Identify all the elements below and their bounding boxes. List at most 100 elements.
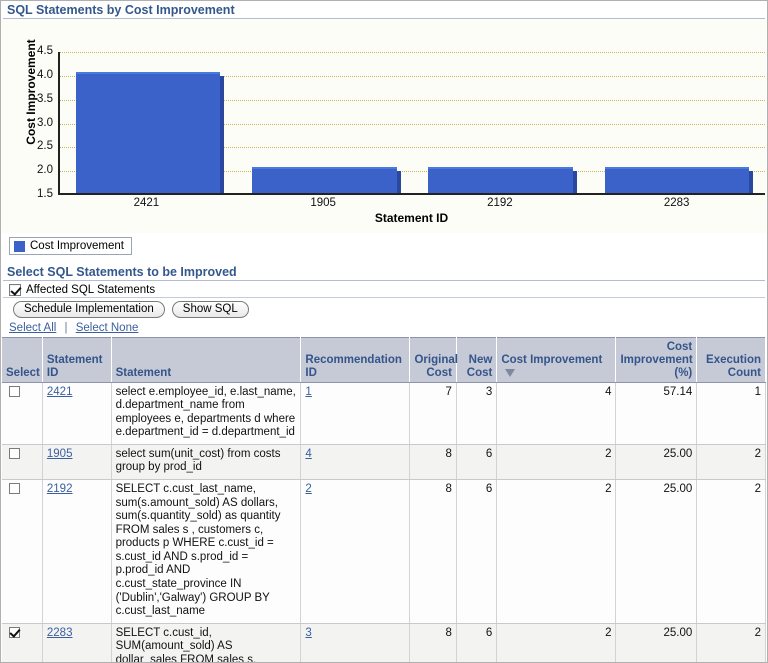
chart-bar[interactable]	[428, 167, 577, 193]
schedule-implementation-button[interactable]: Schedule Implementation	[13, 301, 165, 318]
table-row: 2421 select e.employee_id, e.last_name, d…	[2, 382, 766, 445]
chart-x-tick: 2283	[663, 197, 690, 209]
row-recommendation-id-cell: 1	[300, 382, 411, 445]
chart-plot-area	[58, 52, 765, 195]
row-recommendation-id-cell: 4	[300, 444, 411, 481]
chart-x-axis-label: Statement ID	[374, 211, 449, 225]
row-statement-id-cell: 2192	[42, 479, 112, 624]
row-statement-cell: SELECT c.cust_id, SUM(amount_sold) AS do…	[111, 623, 302, 662]
recommendation-id-link[interactable]: 1	[305, 386, 311, 398]
statement-id-link[interactable]: 2192	[47, 483, 73, 495]
header-select[interactable]: Select	[2, 337, 43, 383]
table-body: 2421 select e.employee_id, e.last_name, d…	[2, 382, 766, 662]
row-select-checkbox[interactable]	[9, 385, 20, 397]
row-cost-improvement-cell: 2	[496, 479, 617, 624]
chart-bar-slot	[413, 52, 589, 193]
statement-id-link[interactable]: 2421	[47, 386, 73, 398]
select-panel-title: Select SQL Statements to be Improved	[7, 265, 237, 279]
row-cost-improvement-pct-cell: 25.00	[615, 444, 698, 481]
chart-x-tick: 1905	[310, 197, 336, 209]
row-recommendation-id-cell: 3	[300, 623, 411, 662]
chart-x-tick: 2192	[487, 197, 513, 209]
row-cost-improvement-pct-cell: 57.14	[615, 382, 698, 445]
header-recommendation-id[interactable]: Recommendation ID	[300, 337, 411, 383]
row-select-checkbox[interactable]	[9, 447, 20, 459]
select-none-link[interactable]: Select None	[76, 322, 139, 334]
row-select-cell	[2, 382, 43, 445]
show-sql-button[interactable]: Show SQL	[171, 301, 249, 318]
row-statement-cell: select sum(unit_cost) from costs group b…	[111, 444, 302, 481]
affected-sql-statements-label: Affected SQL Statements	[26, 284, 156, 296]
action-button-bar: Schedule Implementation Show SQL	[1, 298, 767, 320]
header-statement[interactable]: Statement	[111, 337, 302, 383]
chart-x-tick-group: 2421 1905 2192 2283	[58, 197, 765, 209]
chart-y-tick: 3.0	[37, 116, 53, 129]
header-cost-improvement-label: Cost Improvement	[501, 353, 603, 366]
page-root: SQL Statements by Cost Improvement Cost …	[0, 0, 768, 663]
row-select-checkbox[interactable]	[9, 483, 20, 494]
header-cost-improvement-pct[interactable]: Cost Improvement (%)	[615, 337, 698, 383]
select-all-link[interactable]: Select All	[9, 322, 56, 334]
chart-y-tick: 4.5	[37, 45, 53, 57]
row-cost-improvement-pct-cell: 25.00	[615, 623, 698, 662]
chart-bar[interactable]	[604, 167, 753, 193]
row-new-cost-cell: 6	[456, 444, 498, 481]
cost-improvement-chart: Cost Improvement 4.5 4.0 3.5 3.0 2.5 2.0 1.5 2…	[1, 19, 767, 233]
chart-y-tick: 3.5	[37, 92, 53, 105]
row-original-cost-cell: 8	[409, 479, 457, 624]
row-new-cost-cell: 3	[456, 382, 498, 445]
sql-statements-table: Select Statement ID Statement Recommenda…	[2, 337, 766, 662]
recommendation-id-link[interactable]: 2	[305, 483, 311, 495]
row-original-cost-cell: 8	[409, 444, 457, 481]
row-statement-id-cell: 2421	[42, 382, 112, 445]
recommendation-id-link[interactable]: 3	[305, 627, 311, 639]
row-select-cell	[2, 479, 43, 624]
affected-sql-statements-checkbox[interactable]	[9, 284, 21, 296]
row-select-checkbox[interactable]	[9, 626, 20, 638]
header-cost-improvement[interactable]: Cost Improvement	[496, 337, 617, 383]
selection-links-separator: |	[64, 322, 68, 334]
legend-swatch-icon	[14, 240, 25, 252]
row-cost-improvement-cell: 2	[496, 444, 617, 481]
affected-statements-row: Affected SQL Statements	[1, 281, 767, 297]
statement-id-link[interactable]: 2283	[47, 627, 73, 639]
table-row: 1905 select sum(unit_cost) from costs gro…	[2, 444, 766, 481]
statement-id-link[interactable]: 1905	[47, 448, 73, 460]
row-select-cell	[2, 444, 43, 481]
row-select-cell	[2, 623, 43, 662]
chart-bar-slot	[60, 52, 236, 194]
table-header-row: Select Statement ID Statement Recommenda…	[2, 337, 766, 383]
table-row: 2283 SELECT c.cust_id, SUM(amount_sold) A…	[2, 623, 766, 662]
chart-x-tick: 2421	[133, 197, 160, 209]
row-new-cost-cell: 6	[456, 479, 498, 624]
row-statement-cell: SELECT c.cust_last_name, sum(s.amount_so…	[111, 479, 302, 624]
row-execution-count-cell: 1	[696, 382, 766, 445]
chart-legend: Cost Improvement	[9, 237, 132, 255]
row-statement-id-cell: 2283	[42, 623, 112, 662]
row-new-cost-cell: 6	[456, 623, 498, 662]
legend-label-cost-improvement: Cost Improvement	[30, 240, 124, 252]
header-new-cost[interactable]: New Cost	[456, 337, 498, 383]
header-original-cost[interactable]: Original Cost	[409, 337, 458, 383]
row-recommendation-id-cell: 2	[300, 479, 411, 624]
row-statement-cell: select e.employee_id, e.last_name, d.dep…	[111, 382, 302, 445]
chart-y-tick: 2.5	[37, 140, 53, 153]
selection-links: Select All | Select None	[1, 320, 767, 337]
row-execution-count-cell: 2	[696, 444, 766, 481]
chart-bar[interactable]	[252, 167, 401, 193]
chart-y-tick: 2.0	[37, 164, 53, 177]
chart-bar-group	[60, 52, 765, 194]
sort-descending-icon[interactable]	[505, 368, 516, 377]
header-statement-id[interactable]: Statement ID	[42, 337, 112, 383]
row-cost-improvement-pct-cell: 25.00	[615, 479, 698, 624]
header-execution-count[interactable]: Execution Count	[696, 337, 766, 383]
chart-bar[interactable]	[75, 71, 224, 194]
row-cost-improvement-cell: 2	[496, 623, 617, 662]
row-statement-id-cell: 1905	[42, 444, 112, 481]
row-original-cost-cell: 7	[409, 382, 457, 445]
row-execution-count-cell: 2	[696, 479, 766, 624]
recommendation-id-link[interactable]: 4	[305, 448, 311, 460]
chart-panel-title: SQL Statements by Cost Improvement	[7, 3, 235, 17]
chart-bar-slot	[589, 52, 765, 193]
chart-y-tick: 1.5	[37, 188, 53, 200]
